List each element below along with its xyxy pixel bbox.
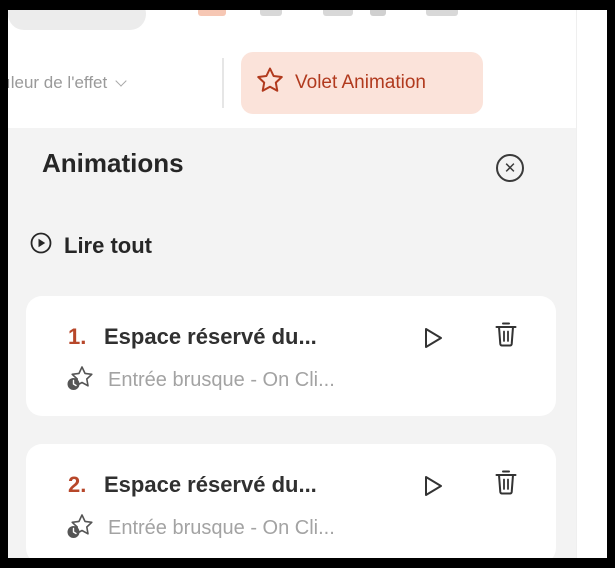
- star-icon: [255, 66, 285, 100]
- toolbar-icon-partial[interactable]: [323, 10, 353, 16]
- trash-icon[interactable]: [494, 320, 518, 353]
- slide-area-edge: [576, 10, 607, 558]
- animation-pane-label: Volet Animation: [295, 72, 426, 93]
- toolbar-icon-partial[interactable]: [260, 10, 282, 16]
- effect-options-dropdown[interactable]: ıleur de l'effet: [8, 70, 127, 96]
- play-circle-icon: [30, 232, 52, 260]
- toolbar-icon-partial[interactable]: [370, 10, 386, 16]
- play-all-button[interactable]: Lire tout: [30, 232, 152, 260]
- animations-panel: Animations ✕ Lire tout 1. Espace réservé…: [8, 128, 576, 558]
- toolbar-icon-partial[interactable]: [198, 10, 226, 16]
- animation-item[interactable]: 1. Espace réservé du... Entrée brusque -…: [26, 296, 556, 416]
- close-icon: ✕: [503, 160, 517, 177]
- toolbar-divider: [222, 58, 224, 108]
- play-icon[interactable]: [422, 326, 444, 355]
- animation-item-subtitle: Entrée brusque - On Cli...: [108, 516, 335, 539]
- animation-item-number: 1.: [68, 324, 87, 349]
- panel-title: Animations: [42, 148, 184, 178]
- close-button[interactable]: ✕: [496, 154, 524, 182]
- animation-pane-button[interactable]: Volet Animation: [241, 52, 483, 114]
- animation-item[interactable]: 2. Espace réservé du... Entrée brusque -…: [26, 444, 556, 558]
- effect-star-icon: [66, 513, 94, 544]
- toolbar-icon-partial[interactable]: [426, 10, 458, 16]
- play-icon[interactable]: [422, 474, 444, 503]
- trash-icon[interactable]: [494, 468, 518, 501]
- app-window: ıleur de l'effet Volet Animation Animati…: [8, 10, 607, 558]
- animation-item-title: Espace réservé du...: [104, 324, 317, 349]
- chevron-down-icon: [115, 74, 127, 87]
- ribbon-toolbar: ıleur de l'effet Volet Animation: [8, 10, 576, 128]
- play-all-label: Lire tout: [64, 233, 152, 258]
- animation-item-subtitle: Entrée brusque - On Cli...: [108, 368, 335, 391]
- animation-item-number: 2.: [68, 472, 87, 497]
- toolbar-control-partial[interactable]: [8, 10, 146, 30]
- effect-options-label: ıleur de l'effet: [8, 73, 108, 92]
- animation-item-title: Espace réservé du...: [104, 472, 317, 497]
- effect-star-icon: [66, 365, 94, 396]
